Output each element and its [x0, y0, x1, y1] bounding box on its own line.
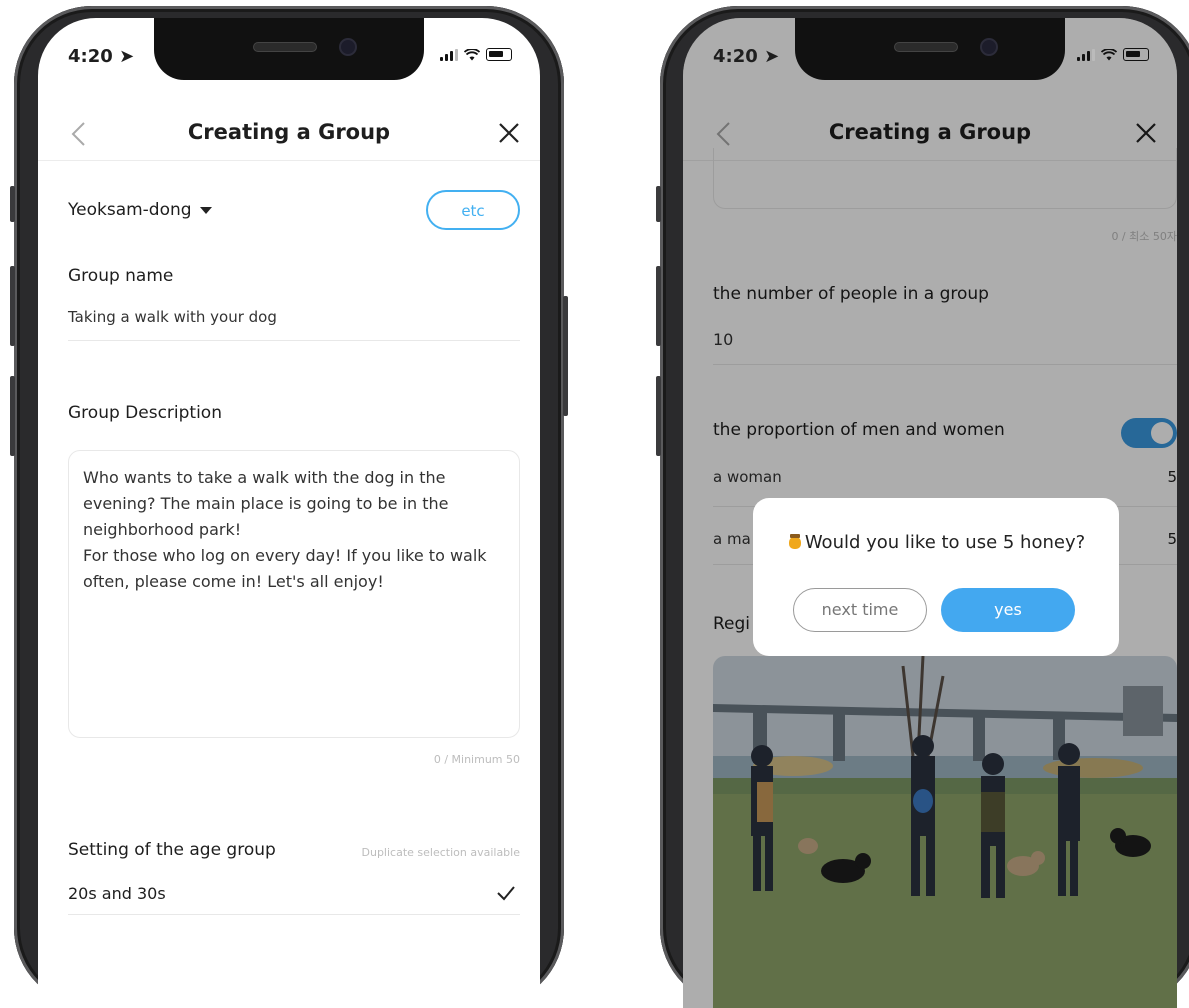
status-icons [1077, 48, 1149, 61]
page-title: Creating a Group [187, 120, 391, 144]
phone-frame-left: 4:20 ➤ Creating a Group Yeoksam-dong etc… [10, 6, 568, 1008]
divider [68, 340, 520, 341]
description-line: Who wants to take a walk with the dog in… [83, 468, 446, 487]
etc-button[interactable]: etc [426, 190, 520, 230]
group-description-textarea[interactable]: Who wants to take a walk with the dog in… [68, 450, 520, 738]
front-camera [339, 38, 357, 56]
checkmark-icon [497, 886, 515, 901]
screen-right: 4:20 ➤ Creating a Group 0 / 최소 50자 the n… [683, 18, 1177, 1008]
battery-icon [486, 48, 512, 61]
status-time: 4:20 ➤ [68, 46, 135, 67]
duplicate-selection-note: Duplicate selection available [361, 846, 521, 859]
signal-icon [440, 48, 458, 61]
age-group-label: Setting of the age group [68, 840, 276, 860]
description-counter: 0 / Minimum 50 [433, 753, 520, 766]
location-label: Yeoksam-dong [68, 200, 192, 220]
location-arrow-icon: ➤ [119, 46, 135, 67]
dialog-message: Would you like to use 5 honey? [753, 532, 1119, 553]
signal-icon [1077, 48, 1095, 61]
confirm-dialog: Would you like to use 5 honey? next time… [753, 498, 1119, 656]
power-button [563, 296, 568, 416]
close-icon[interactable] [496, 120, 522, 146]
phone-frame-right: 4:20 ➤ Creating a Group 0 / 최소 50자 the n… [656, 6, 1189, 1008]
volume-up-button [656, 266, 661, 346]
wifi-icon [464, 48, 480, 60]
front-camera [980, 38, 998, 56]
location-selector[interactable]: Yeoksam-dong [68, 200, 212, 220]
screen-left: 4:20 ➤ Creating a Group Yeoksam-dong etc… [38, 18, 540, 1008]
description-line: neighborhood park! [83, 520, 242, 539]
description-line: For those who log on every day! If you l… [83, 546, 487, 565]
next-time-button[interactable]: next time [793, 588, 927, 632]
description-line: evening? The main place is going to be i… [83, 494, 449, 513]
age-option-20s-30s[interactable]: 20s and 30s [68, 884, 166, 903]
silent-switch [656, 186, 661, 222]
group-description-label: Group Description [68, 403, 222, 423]
status-icons [440, 48, 512, 61]
battery-icon [1123, 48, 1149, 61]
volume-down-button [656, 376, 661, 456]
volume-down-button [10, 376, 15, 456]
honey-pot-icon [788, 534, 801, 549]
caret-down-icon [199, 206, 212, 214]
silent-switch [10, 186, 15, 222]
group-name-input[interactable]: Taking a walk with your dog [68, 308, 277, 326]
speaker [894, 42, 958, 52]
nav-bar: Creating a Group [38, 110, 540, 161]
location-row: Yeoksam-dong etc [68, 190, 520, 232]
description-line: often, please come in! Let's all enjoy! [83, 572, 384, 591]
wifi-icon [1101, 48, 1117, 60]
yes-button[interactable]: yes [941, 588, 1075, 632]
speaker [253, 42, 317, 52]
location-arrow-icon: ➤ [764, 46, 780, 67]
volume-up-button [10, 266, 15, 346]
group-name-label: Group name [68, 266, 174, 286]
status-time: 4:20 ➤ [713, 46, 780, 67]
